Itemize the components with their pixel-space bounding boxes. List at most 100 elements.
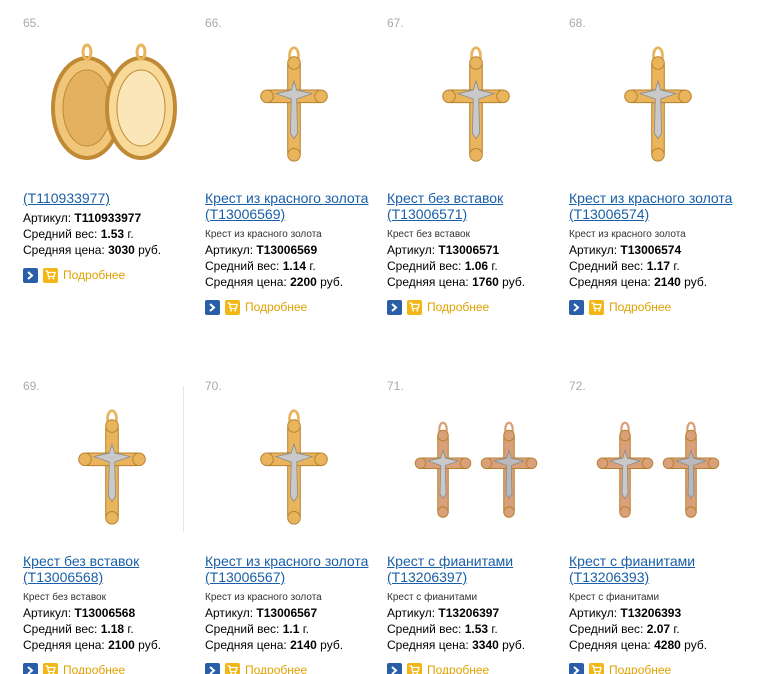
weight-label: Средний вес: bbox=[387, 622, 462, 636]
product-description: Крест без вставок bbox=[387, 229, 470, 240]
sku-label: Артикул: bbox=[387, 243, 436, 257]
more-details-link[interactable]: Подробнее bbox=[427, 300, 489, 314]
price-value: 2140 bbox=[654, 275, 681, 289]
details-arrow-button[interactable] bbox=[569, 299, 584, 315]
cross-shape bbox=[414, 421, 472, 518]
product-description: Крест из красного золота bbox=[569, 229, 686, 240]
weight-label: Средний вес: bbox=[569, 622, 644, 636]
product-image[interactable] bbox=[401, 28, 551, 178]
jewelry-image bbox=[596, 421, 720, 518]
details-arrow-button[interactable] bbox=[387, 662, 402, 674]
more-details-link[interactable]: Подробнее bbox=[245, 300, 307, 314]
weight-label: Средний вес: bbox=[23, 227, 98, 241]
add-to-cart-button[interactable] bbox=[589, 299, 604, 315]
cart-icon bbox=[227, 302, 238, 312]
more-details-link[interactable]: Подробнее bbox=[609, 300, 671, 314]
price-value: 4280 bbox=[654, 638, 681, 652]
weight-unit: г. bbox=[673, 259, 680, 273]
product-info: Крест из красного золота (T13006574) Кре… bbox=[569, 190, 751, 315]
product-image[interactable] bbox=[37, 28, 187, 178]
jewelry-image bbox=[260, 46, 328, 162]
product-title-link[interactable]: Крест из красного золота (T13006574) bbox=[569, 190, 751, 222]
weight-value: 1.53 bbox=[464, 622, 489, 636]
price-unit: руб. bbox=[320, 638, 344, 652]
sku-label: Артикул: bbox=[23, 211, 72, 225]
price-unit: руб. bbox=[502, 638, 526, 652]
chevron-right-icon bbox=[391, 665, 398, 674]
chevron-right-icon bbox=[209, 665, 216, 674]
cart-icon bbox=[409, 302, 420, 312]
add-to-cart-button[interactable] bbox=[407, 299, 422, 315]
details-arrow-button[interactable] bbox=[569, 662, 584, 674]
price-unit: руб. bbox=[320, 275, 344, 289]
product-image[interactable] bbox=[401, 391, 551, 541]
product-weight-row: Средний вес: 1.53 г. bbox=[387, 621, 569, 637]
product-actions: Подробнее bbox=[205, 662, 387, 674]
product-sku-row: Артикул: T13006568 bbox=[23, 605, 205, 621]
jewelry-image bbox=[442, 46, 510, 162]
weight-unit: г. bbox=[127, 622, 134, 636]
product-actions: Подробнее bbox=[569, 299, 751, 315]
product-title-link[interactable]: Крест без вставок (T13006568) bbox=[23, 553, 205, 585]
product-title-link[interactable]: Крест с фианитами (T13206393) bbox=[569, 553, 751, 585]
product-title-link[interactable]: Крест из красного золота (T13006567) bbox=[205, 553, 387, 585]
more-details-link[interactable]: Подробнее bbox=[245, 663, 307, 674]
product-image[interactable] bbox=[37, 391, 187, 541]
more-details-link[interactable]: Подробнее bbox=[609, 663, 671, 674]
price-unit: руб. bbox=[684, 638, 708, 652]
price-unit: руб. bbox=[684, 275, 708, 289]
product-weight-row: Средний вес: 1.1 г. bbox=[205, 621, 387, 637]
product-title-link[interactable]: Крест из красного золота (T13006569) bbox=[205, 190, 387, 222]
product-price-row: Средняя цена: 2140 руб. bbox=[569, 274, 751, 290]
add-to-cart-button[interactable] bbox=[225, 662, 240, 674]
product-actions: Подробнее bbox=[387, 299, 569, 315]
add-to-cart-button[interactable] bbox=[589, 662, 604, 674]
more-details-link[interactable]: Подробнее bbox=[427, 663, 489, 674]
details-arrow-button[interactable] bbox=[205, 662, 220, 674]
sku-value: T13006567 bbox=[256, 606, 318, 620]
product-title-link[interactable]: Крест без вставок (T13006571) bbox=[387, 190, 569, 222]
product-image[interactable] bbox=[583, 28, 733, 178]
weight-unit: г. bbox=[309, 259, 316, 273]
sku-label: Артикул: bbox=[23, 606, 72, 620]
details-arrow-button[interactable] bbox=[23, 267, 38, 283]
product-info: Крест без вставок (T13006571) Крест без … bbox=[387, 190, 569, 315]
price-value: 1760 bbox=[472, 275, 499, 289]
product-actions: Подробнее bbox=[569, 662, 751, 674]
details-arrow-button[interactable] bbox=[387, 299, 402, 315]
cart-icon bbox=[591, 302, 602, 312]
add-to-cart-button[interactable] bbox=[43, 662, 58, 674]
price-value: 3340 bbox=[472, 638, 499, 652]
details-arrow-button[interactable] bbox=[23, 662, 38, 674]
details-arrow-button[interactable] bbox=[205, 299, 220, 315]
more-details-link[interactable]: Подробнее bbox=[63, 268, 125, 282]
more-details-link[interactable]: Подробнее bbox=[63, 663, 125, 674]
product-sku-row: Артикул: T13006569 bbox=[205, 242, 387, 258]
sku-value: T110933977 bbox=[74, 211, 142, 225]
product-sku-row: Артикул: T13006571 bbox=[387, 242, 569, 258]
product-image[interactable] bbox=[583, 391, 733, 541]
product-sku-row: Артикул: T13206397 bbox=[387, 605, 569, 621]
cross-shape bbox=[480, 421, 538, 518]
sku-label: Артикул: bbox=[205, 243, 254, 257]
add-to-cart-button[interactable] bbox=[407, 662, 422, 674]
cart-icon bbox=[591, 665, 602, 674]
product-actions: Подробнее bbox=[23, 267, 205, 283]
jewelry-image bbox=[260, 409, 328, 525]
product-sku-row: Артикул: T13006574 bbox=[569, 242, 751, 258]
add-to-cart-button[interactable] bbox=[225, 299, 240, 315]
cart-icon bbox=[45, 270, 56, 280]
price-label: Средняя цена: bbox=[387, 638, 469, 652]
add-to-cart-button[interactable] bbox=[43, 267, 58, 283]
weight-label: Средний вес: bbox=[205, 259, 280, 273]
price-value: 2200 bbox=[290, 275, 317, 289]
jewelry-image bbox=[78, 409, 146, 525]
product-weight-row: Средний вес: 1.53 г. bbox=[23, 226, 205, 242]
weight-unit: г. bbox=[491, 622, 498, 636]
product-title-link[interactable]: (T110933977) bbox=[23, 190, 205, 206]
product-image[interactable] bbox=[219, 28, 369, 178]
product-title-link[interactable]: Крест с фианитами (T13206397) bbox=[387, 553, 569, 585]
product-description: Крест из красного золота bbox=[205, 592, 322, 603]
product-image[interactable] bbox=[219, 391, 369, 541]
product-actions: Подробнее bbox=[23, 662, 205, 674]
